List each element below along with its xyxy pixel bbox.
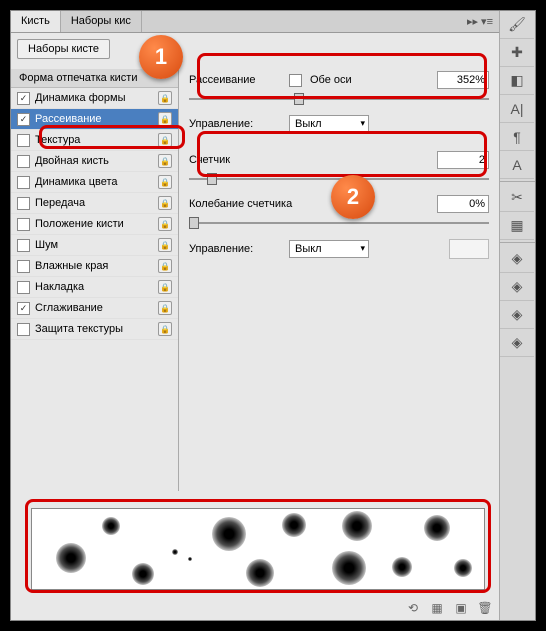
- control2-select[interactable]: Выкл: [289, 240, 369, 258]
- option-8[interactable]: Влажные края 🔒: [11, 256, 178, 277]
- new-preset-icon[interactable]: ▣: [453, 600, 469, 616]
- badge-2: 2: [331, 175, 375, 219]
- option-1[interactable]: Рассеивание 🔒: [11, 109, 178, 130]
- option-9[interactable]: Накладка 🔒: [11, 277, 178, 298]
- both-axes-label: Обе оси: [310, 74, 352, 86]
- option-7[interactable]: Шум 🔒: [11, 235, 178, 256]
- lock-icon[interactable]: 🔒: [158, 217, 172, 231]
- option-label: Двойная кисть: [35, 155, 109, 167]
- lock-icon[interactable]: 🔒: [158, 175, 172, 189]
- counter-label: Счетчик: [189, 154, 281, 166]
- option-checkbox[interactable]: [17, 323, 30, 336]
- lock-icon[interactable]: 🔒: [158, 196, 172, 210]
- option-label: Шум: [35, 239, 58, 251]
- footer-icon-1[interactable]: ⟲: [405, 600, 421, 616]
- panel-menu-icon[interactable]: ▸▸ ▾≡: [461, 11, 499, 32]
- scatter-value-input[interactable]: [437, 71, 489, 89]
- lock-icon[interactable]: 🔒: [158, 238, 172, 252]
- lock-icon[interactable]: 🔒: [158, 259, 172, 273]
- option-label: Сглаживание: [35, 302, 103, 314]
- option-label: Накладка: [35, 281, 84, 293]
- jitter-slider[interactable]: [189, 217, 489, 229]
- option-label: Рассеивание: [35, 113, 102, 125]
- counter-value-input[interactable]: [437, 151, 489, 169]
- option-3[interactable]: Двойная кисть 🔒: [11, 151, 178, 172]
- control2-label: Управление:: [189, 243, 281, 255]
- tools-icon[interactable]: ✂: [500, 184, 534, 212]
- option-checkbox[interactable]: [17, 218, 30, 231]
- brush-presets-button[interactable]: Наборы кисте: [17, 39, 110, 59]
- clone-tool-icon[interactable]: ✚: [500, 39, 534, 67]
- control1-label: Управление:: [189, 118, 281, 130]
- option-checkbox[interactable]: [17, 176, 30, 189]
- cube1-icon[interactable]: ◈: [500, 245, 534, 273]
- swatches-icon[interactable]: ▦: [500, 212, 534, 240]
- lock-icon[interactable]: 🔒: [158, 280, 172, 294]
- option-checkbox[interactable]: [17, 281, 30, 294]
- control1-select[interactable]: Выкл: [289, 115, 369, 133]
- option-2[interactable]: Текстура 🔒: [11, 130, 178, 151]
- lock-icon[interactable]: 🔒: [158, 91, 172, 105]
- option-checkbox[interactable]: [17, 239, 30, 252]
- right-toolbar: 🖌 ✚ ◧ A| ¶ A ✂ ▦ ◈ ◈ ◈ ◈: [499, 11, 535, 620]
- jitter-value-input[interactable]: [437, 195, 489, 213]
- option-checkbox[interactable]: [17, 113, 30, 126]
- tab-brush[interactable]: Кисть: [11, 11, 61, 32]
- scatter-slider[interactable]: [189, 93, 489, 105]
- option-4[interactable]: Динамика цвета 🔒: [11, 172, 178, 193]
- option-checkbox[interactable]: [17, 155, 30, 168]
- option-5[interactable]: Передача 🔒: [11, 193, 178, 214]
- option-label: Передача: [35, 197, 85, 209]
- footer-icon-2[interactable]: ▦: [429, 600, 445, 616]
- char-icon[interactable]: A: [500, 151, 534, 179]
- option-6[interactable]: Положение кисти 🔒: [11, 214, 178, 235]
- option-label: Текстура: [35, 134, 80, 146]
- option-0[interactable]: Динамика формы 🔒: [11, 88, 178, 109]
- brush-tool-icon[interactable]: 🖌: [500, 11, 534, 39]
- option-label: Влажные края: [35, 260, 108, 272]
- option-checkbox[interactable]: [17, 197, 30, 210]
- cube4-icon[interactable]: ◈: [500, 329, 534, 357]
- cube2-icon[interactable]: ◈: [500, 273, 534, 301]
- brush-settings-panel: Рассеивание Обе оси Управление: Выкл Сче…: [179, 65, 499, 491]
- lock-icon[interactable]: 🔒: [158, 322, 172, 336]
- option-checkbox[interactable]: [17, 92, 30, 105]
- lock-icon[interactable]: 🔒: [158, 133, 172, 147]
- option-checkbox[interactable]: [17, 134, 30, 147]
- both-axes-checkbox[interactable]: [289, 74, 302, 87]
- option-10[interactable]: Сглаживание 🔒: [11, 298, 178, 319]
- tab-presets[interactable]: Наборы кис: [61, 11, 142, 32]
- brush-preview: [31, 508, 485, 590]
- option-label: Положение кисти: [35, 218, 124, 230]
- option-label: Защита текстуры: [35, 323, 123, 335]
- trash-icon[interactable]: 🗑: [477, 600, 493, 616]
- scatter-label: Рассеивание: [189, 74, 281, 86]
- panel-tabs: Кисть Наборы кис ▸▸ ▾≡: [11, 11, 499, 33]
- option-checkbox[interactable]: [17, 260, 30, 273]
- option-11[interactable]: Защита текстуры 🔒: [11, 319, 178, 340]
- disabled-box: [449, 239, 489, 259]
- history-icon[interactable]: ◧: [500, 67, 534, 95]
- paragraph-icon[interactable]: ¶: [500, 123, 534, 151]
- lock-icon[interactable]: 🔒: [158, 154, 172, 168]
- brush-options-list: Форма отпечатка кисти Динамика формы🔒Рас…: [11, 65, 179, 491]
- type-icon[interactable]: A|: [500, 95, 534, 123]
- cube3-icon[interactable]: ◈: [500, 301, 534, 329]
- badge-1: 1: [139, 35, 183, 79]
- lock-icon[interactable]: 🔒: [158, 301, 172, 315]
- option-checkbox[interactable]: [17, 302, 30, 315]
- jitter-label: Колебание счетчика: [189, 198, 319, 210]
- lock-icon[interactable]: 🔒: [158, 112, 172, 126]
- option-label: Динамика формы: [35, 92, 125, 104]
- panel-footer: ⟲ ▦ ▣ 🗑: [405, 600, 493, 616]
- option-label: Динамика цвета: [35, 176, 118, 188]
